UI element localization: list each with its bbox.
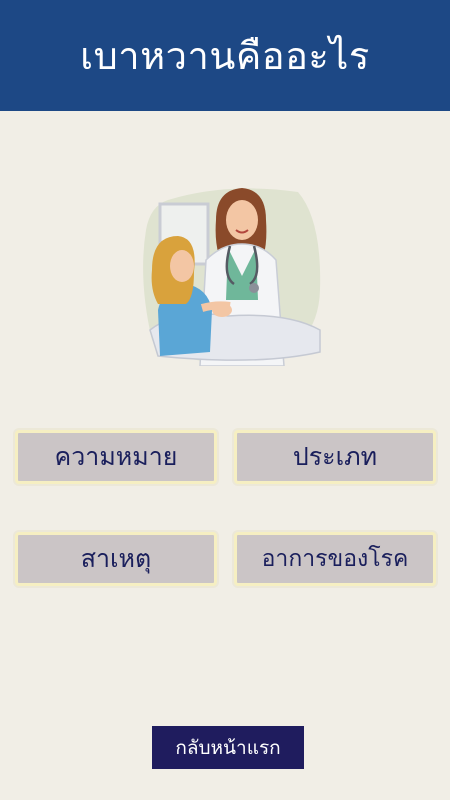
app-header: เบาหวานคืออะไร	[0, 0, 450, 111]
doctor-patient-icon	[143, 188, 321, 367]
meaning-button[interactable]: ความหมาย	[15, 430, 217, 484]
types-button[interactable]: ประเภท	[234, 430, 436, 484]
page-title: เบาหวานคืออะไร	[80, 34, 370, 78]
causes-button[interactable]: สาเหตุ	[15, 532, 217, 586]
back-to-home-button[interactable]: กลับหน้าแรก	[152, 726, 304, 769]
symptoms-button[interactable]: อาการของโรค	[234, 532, 436, 586]
doctor-patient-illustration	[138, 180, 324, 367]
